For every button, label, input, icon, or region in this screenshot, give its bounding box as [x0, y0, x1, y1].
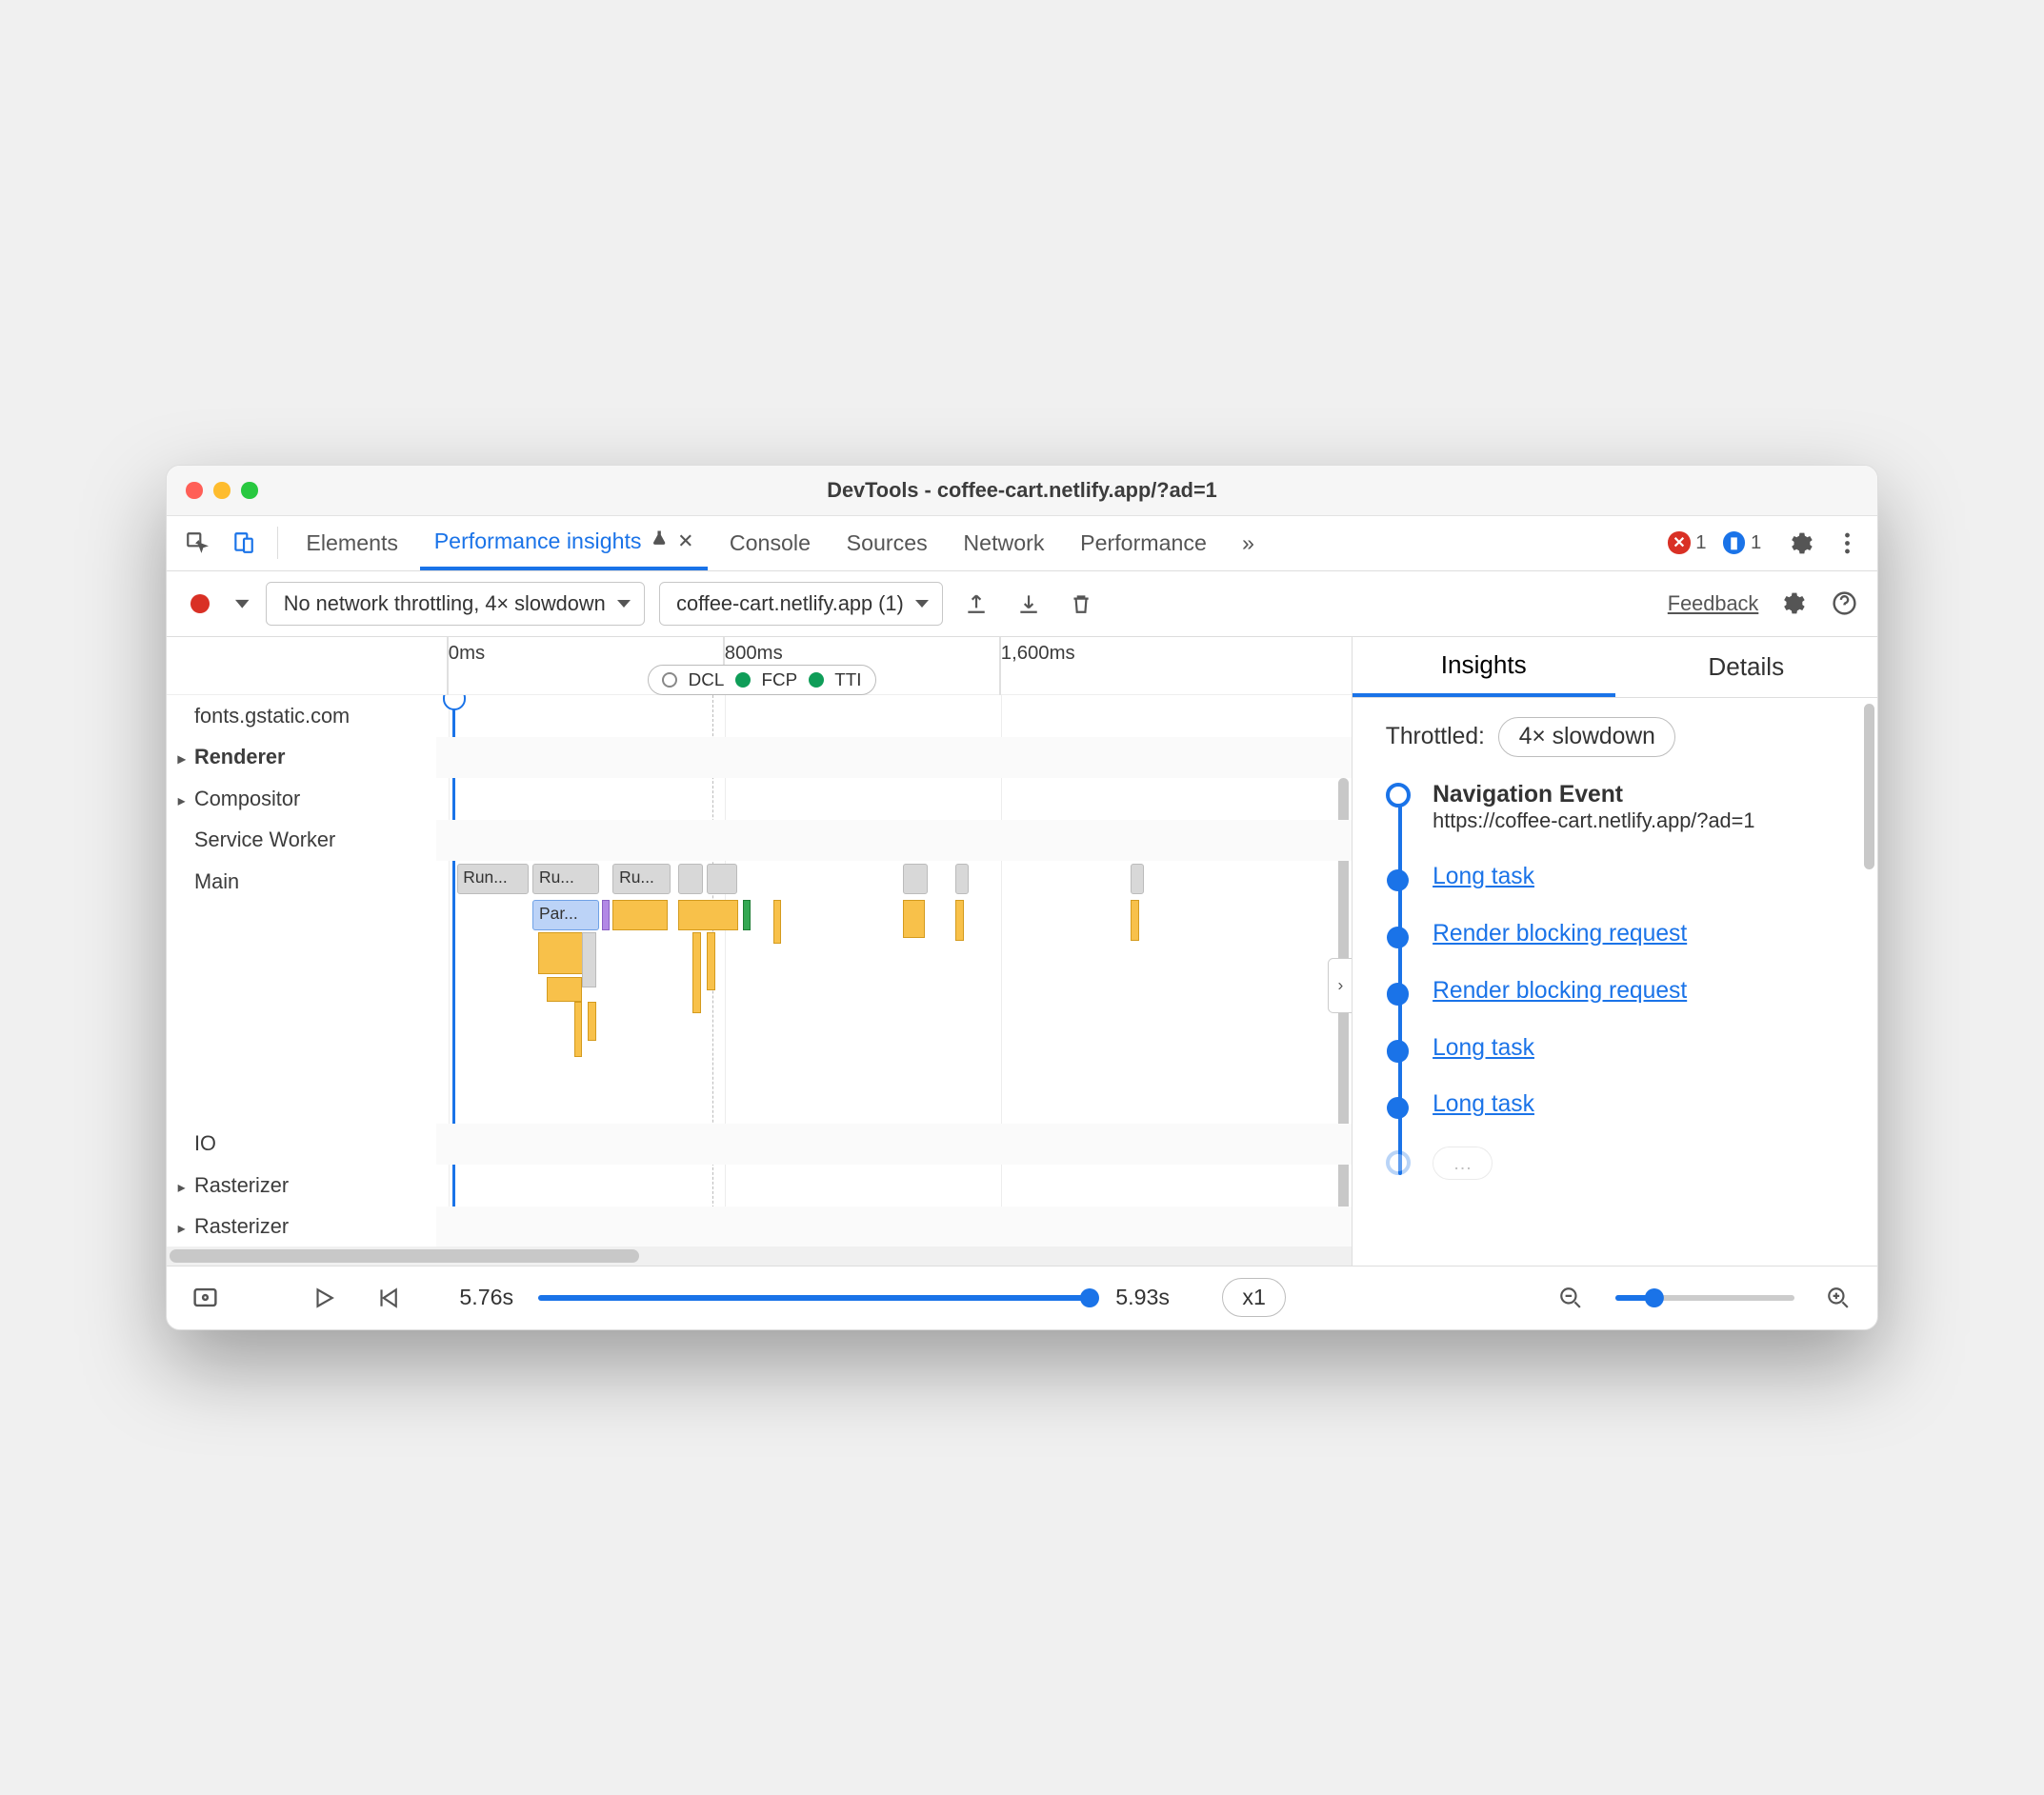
insight-item[interactable]: Render blocking request	[1433, 978, 1866, 1005]
device-toolbar-icon[interactable]	[225, 524, 264, 563]
insights-body: Throttled: 4× slowdown Navigation Event …	[1353, 698, 1877, 1266]
insight-item[interactable]: Long task	[1433, 1035, 1866, 1062]
tab-sources[interactable]: Sources	[832, 516, 941, 570]
task-block[interactable]	[955, 864, 969, 894]
error-count-badge[interactable]: ✕ 1	[1668, 531, 1706, 553]
zoom-in-icon[interactable]	[1819, 1278, 1858, 1317]
timeline-node-icon	[1386, 783, 1411, 808]
zoom-out-icon[interactable]	[1552, 1278, 1591, 1317]
time-tick: 1,600ms	[1001, 643, 1075, 665]
help-icon[interactable]	[1825, 585, 1864, 624]
import-icon[interactable]	[1010, 585, 1049, 624]
tab-console[interactable]: Console	[715, 516, 824, 570]
maximize-window-icon[interactable]	[241, 482, 257, 498]
tab-performance[interactable]: Performance	[1067, 516, 1221, 570]
tracks: Run... Ru... Ru... Par...	[436, 695, 1352, 1247]
zoom-slider[interactable]	[1615, 1295, 1795, 1301]
task-block[interactable]	[903, 864, 928, 894]
side-tab-details[interactable]: Details	[1615, 637, 1878, 697]
footer-controls: 5.76s 5.93s x1	[167, 1266, 1877, 1329]
play-icon[interactable]	[305, 1278, 344, 1317]
track-row[interactable]: Renderer	[167, 737, 436, 779]
insights-toolbar: No network throttling, 4× slowdown coffe…	[167, 571, 1877, 638]
issue-icon: ▮	[1723, 531, 1745, 553]
track-row-main[interactable]: Main	[167, 861, 436, 1124]
insight-item[interactable]: Long task	[1433, 864, 1866, 890]
window-title: DevTools - coffee-cart.netlify.app/?ad=1	[167, 478, 1877, 503]
settings-icon[interactable]	[1781, 524, 1820, 563]
task-block-selected[interactable]: Par...	[532, 900, 599, 930]
issue-count-badge[interactable]: ▮ 1	[1723, 531, 1761, 553]
throttled-pill: 4× slowdown	[1498, 717, 1675, 757]
track-row[interactable]: Rasterizer	[167, 1165, 436, 1207]
titlebar: DevTools - coffee-cart.netlify.app/?ad=1	[167, 466, 1877, 515]
rewind-icon[interactable]	[369, 1278, 408, 1317]
timeline-panel: 0ms 800ms 1,600ms DCL FCP TTI ›	[167, 637, 1353, 1266]
task-block[interactable]: Ru...	[612, 864, 671, 894]
tab-network[interactable]: Network	[950, 516, 1058, 570]
close-tab-icon[interactable]: ✕	[677, 529, 693, 553]
track-row[interactable]: Rasterizer	[167, 1207, 436, 1247]
panel-tabs: Elements Performance insights ✕ Console …	[167, 516, 1877, 571]
task-block[interactable]: Ru...	[532, 864, 599, 894]
insights-list: Navigation Event https://coffee-cart.net…	[1386, 782, 1867, 1175]
time-tick: 0ms	[449, 643, 485, 665]
track-row[interactable]: fonts.gstatic.com	[167, 695, 436, 737]
delete-icon[interactable]	[1062, 585, 1101, 624]
tab-elements[interactable]: Elements	[292, 516, 412, 570]
experiment-flask-icon	[650, 529, 669, 554]
record-dropdown-icon[interactable]	[233, 585, 252, 624]
throttling-select[interactable]: No network throttling, 4× slowdown	[266, 582, 645, 626]
error-icon: ✕	[1668, 531, 1690, 553]
fcp-marker-icon	[735, 672, 751, 688]
insight-nav-event[interactable]: Navigation Event https://coffee-cart.net…	[1433, 782, 1866, 833]
web-vitals-markers[interactable]: DCL FCP TTI	[648, 665, 876, 695]
horizontal-scrollbar[interactable]	[167, 1247, 1352, 1266]
time-end: 5.93s	[1115, 1285, 1170, 1310]
time-start: 5.76s	[459, 1285, 513, 1310]
more-tabs-icon[interactable]: »	[1229, 524, 1268, 563]
page-select[interactable]: coffee-cart.netlify.app (1)	[659, 582, 944, 626]
track-row[interactable]: IO	[167, 1124, 436, 1166]
timeline-ruler[interactable]: 0ms 800ms 1,600ms DCL FCP TTI	[167, 637, 1352, 695]
dcl-marker-icon	[662, 672, 677, 688]
task-block[interactable]: Run...	[457, 864, 529, 894]
more-menu-icon[interactable]	[1828, 524, 1867, 563]
insights-sidepanel: Insights Details Throttled: 4× slowdown …	[1353, 637, 1877, 1266]
track-row[interactable]: Compositor	[167, 778, 436, 820]
side-tabs: Insights Details	[1353, 637, 1877, 698]
task-block[interactable]	[1131, 864, 1144, 894]
insight-item[interactable]: Render blocking request	[1433, 921, 1866, 947]
task-block[interactable]	[678, 864, 703, 894]
window-controls	[167, 482, 258, 498]
tti-marker-icon	[809, 672, 824, 688]
throttled-label: Throttled:	[1386, 724, 1485, 750]
tab-performance-insights[interactable]: Performance insights ✕	[420, 516, 708, 570]
panel-settings-icon[interactable]	[1773, 585, 1812, 624]
screenshots-toggle-icon[interactable]	[186, 1278, 225, 1317]
main-thread-track[interactable]: Run... Ru... Ru... Par...	[436, 861, 1352, 1124]
close-window-icon[interactable]	[186, 482, 202, 498]
track-row[interactable]: Service Worker	[167, 820, 436, 862]
inspect-element-icon[interactable]	[178, 524, 217, 563]
export-icon[interactable]	[957, 585, 996, 624]
insight-item[interactable]: …	[1433, 1148, 1866, 1175]
speed-pill[interactable]: x1	[1222, 1278, 1286, 1317]
record-button[interactable]	[181, 585, 220, 624]
insight-item[interactable]: Long task	[1433, 1091, 1866, 1118]
time-slider[interactable]	[538, 1295, 1091, 1301]
timeline-rows: › fonts.gstatic.com Renderer Compositor …	[167, 695, 1352, 1247]
minimize-window-icon[interactable]	[213, 482, 230, 498]
devtools-window: DevTools - coffee-cart.netlify.app/?ad=1…	[166, 465, 1878, 1329]
main-split: 0ms 800ms 1,600ms DCL FCP TTI ›	[167, 637, 1877, 1266]
side-tab-insights[interactable]: Insights	[1353, 637, 1615, 697]
feedback-link[interactable]: Feedback	[1668, 591, 1759, 616]
time-tick: 800ms	[725, 643, 783, 665]
task-block[interactable]	[707, 864, 737, 894]
